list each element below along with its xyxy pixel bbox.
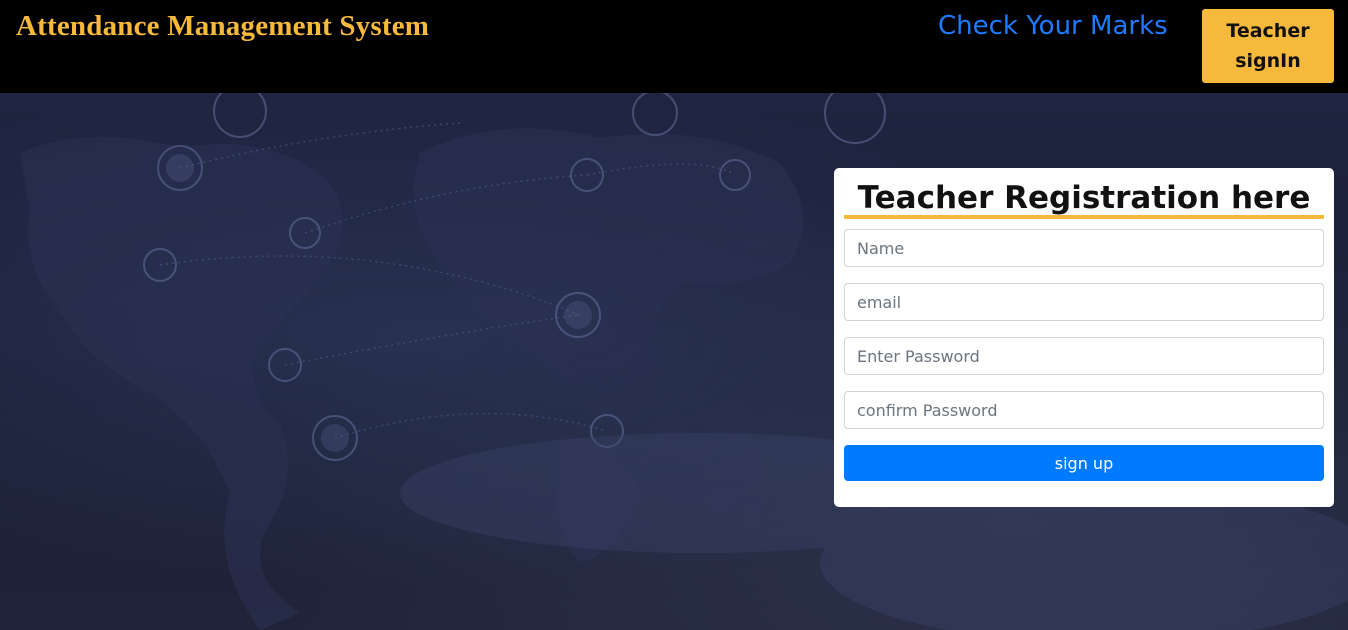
registration-title: Teacher Registration here	[857, 180, 1311, 216]
check-marks-link[interactable]: Check Your Marks	[938, 11, 1168, 41]
email-input[interactable]	[844, 283, 1324, 321]
sign-up-button[interactable]: sign up	[844, 445, 1324, 481]
name-input[interactable]	[844, 229, 1324, 267]
brand-title: Attendance Management System	[16, 10, 430, 42]
password-input[interactable]	[844, 337, 1324, 375]
confirm-password-input[interactable]	[844, 391, 1324, 429]
navbar: Attendance Management System Check Your …	[0, 0, 1348, 93]
teacher-signin-button[interactable]: Teacher signIn	[1202, 9, 1334, 83]
teacher-registration-card: Teacher Registration here sign up	[834, 168, 1334, 507]
title-underline	[844, 215, 1324, 219]
